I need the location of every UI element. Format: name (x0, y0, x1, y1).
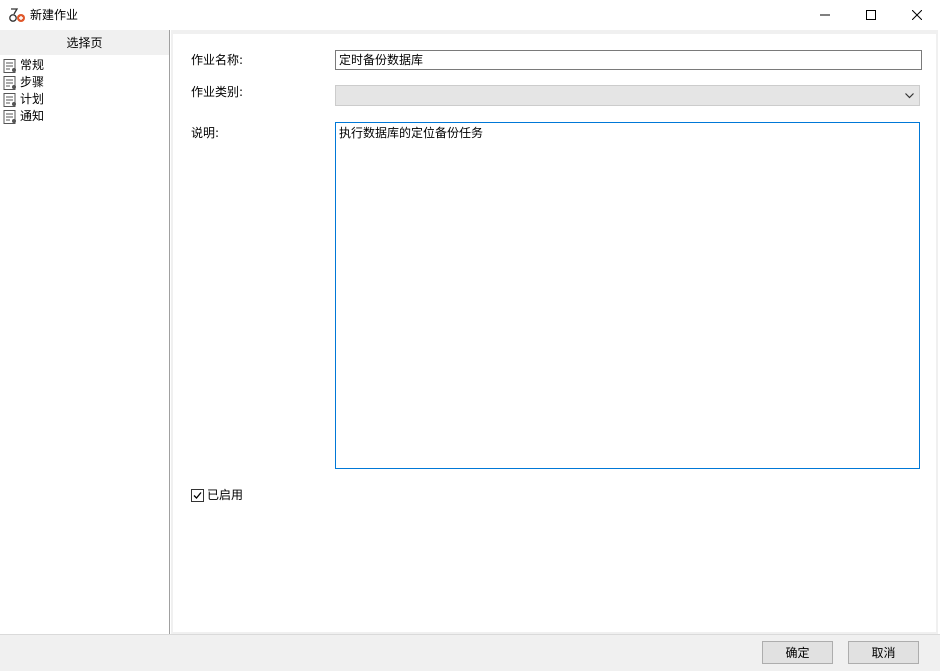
page-icon (3, 109, 16, 124)
maximize-icon (866, 10, 876, 20)
title-bar: 新建作业 (0, 0, 940, 30)
minimize-button[interactable] (802, 0, 848, 30)
enabled-checkbox[interactable]: 已启用 (191, 487, 243, 503)
page-item-steps[interactable]: 步骤 (3, 74, 44, 91)
checkbox-box[interactable] (191, 488, 204, 502)
page-item-notifications[interactable]: 通知 (3, 108, 44, 125)
page-item-label: 常规 (20, 58, 45, 72)
description-label: 说明: (191, 126, 220, 140)
enabled-label: 已启用 (207, 488, 244, 502)
select-page-header: 选择页 (0, 30, 169, 55)
job-category-select[interactable] (335, 85, 920, 106)
job-icon (9, 8, 25, 22)
close-icon (912, 10, 922, 20)
window-title: 新建作业 (30, 8, 79, 22)
dialog-button-bar: 确定 取消 (0, 634, 940, 671)
cancel-button[interactable]: 取消 (848, 641, 919, 664)
checkmark-icon (193, 491, 202, 499)
description-textarea[interactable]: 执行数据库的定位备份任务 (335, 122, 920, 469)
page-item-label: 通知 (20, 109, 45, 123)
job-name-input[interactable] (335, 50, 922, 70)
maximize-button[interactable] (848, 0, 894, 30)
page-item-general[interactable]: 常规 (3, 57, 44, 74)
page-item-label: 步骤 (20, 75, 45, 89)
page-list: 常规 步骤 计划 通知 (3, 57, 44, 125)
select-page-panel: 选择页 常规 步骤 计划 通知 (0, 30, 170, 634)
new-job-window: 新建作业 选择页 常规 步骤 计划 通知 作业名称: 定时备份数据库 作业类别:… (0, 0, 940, 671)
ok-button[interactable]: 确定 (762, 641, 833, 664)
job-category-label: 作业类别: (191, 85, 244, 99)
job-name-label: 作业名称: (191, 53, 244, 67)
page-icon (3, 92, 16, 107)
close-button[interactable] (894, 0, 940, 30)
chevron-down-icon (905, 93, 914, 99)
page-icon (3, 75, 16, 90)
general-page-content: 作业名称: 作业类别: 说明: 执行数据库的定位备份任务 已启用 (171, 30, 938, 634)
minimize-icon (820, 14, 830, 16)
general-form: 作业名称: 作业类别: 说明: 执行数据库的定位备份任务 已启用 (173, 34, 936, 632)
page-item-schedule[interactable]: 计划 (3, 91, 44, 108)
page-item-label: 计划 (20, 92, 45, 106)
page-icon (3, 58, 16, 73)
